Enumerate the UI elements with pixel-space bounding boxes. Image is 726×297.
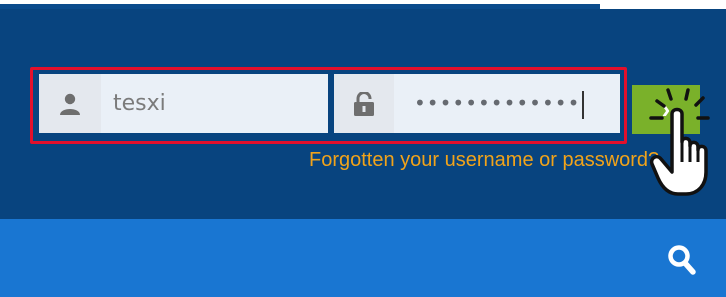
unlock-icon bbox=[334, 74, 394, 133]
text-caret bbox=[582, 90, 585, 119]
navigation-bar bbox=[0, 219, 726, 297]
forgot-credentials-link[interactable]: Forgotten your username or password? bbox=[309, 149, 659, 172]
password-value[interactable]: ••••••••••••• bbox=[414, 74, 585, 133]
username-field[interactable]: tesxi bbox=[39, 74, 328, 133]
search-button[interactable] bbox=[666, 244, 698, 276]
top-strip bbox=[0, 0, 726, 9]
hand-pointer-icon bbox=[649, 88, 710, 196]
search-icon bbox=[668, 245, 696, 275]
username-value[interactable]: tesxi bbox=[113, 74, 166, 133]
user-icon bbox=[39, 74, 101, 133]
password-field[interactable]: ••••••••••••• bbox=[334, 74, 620, 133]
